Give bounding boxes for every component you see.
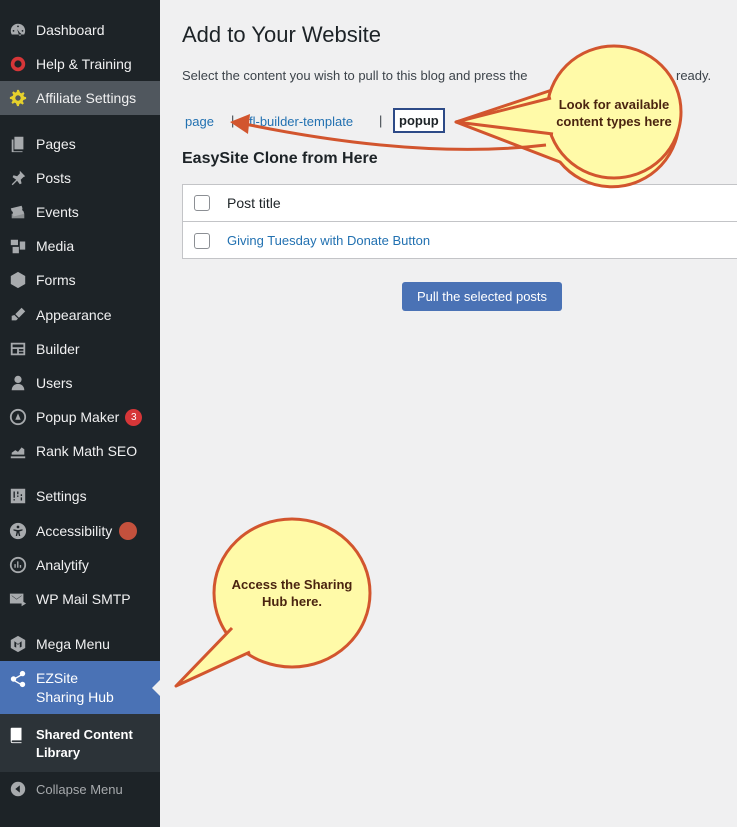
lifebuoy-icon <box>8 54 28 74</box>
submenu-shared-content-library[interactable]: Shared Content Library <box>0 714 160 772</box>
analytify-icon <box>8 555 28 575</box>
sidebar-item-label: Analytify <box>36 556 89 573</box>
post-title-link[interactable]: Giving Tuesday with Donate Button <box>227 233 430 248</box>
posts-table: Post title Giving Tuesday with Donate Bu… <box>182 184 737 259</box>
mail-icon <box>8 589 28 609</box>
select-all-checkbox[interactable] <box>194 195 210 211</box>
sidebar-item-settings[interactable]: Settings <box>0 479 160 513</box>
sidebar-item-label: Appearance <box>36 306 112 323</box>
type-separator: | <box>231 113 235 128</box>
top-callout-line1: Look for available <box>558 97 670 112</box>
sidebar-item-dashboard[interactable]: Dashboard <box>0 13 160 47</box>
sidebar-item-posts[interactable]: Posts <box>0 161 160 195</box>
sidebar-item-users[interactable]: Users <box>0 366 160 400</box>
type-link-fl-builder-template[interactable]: fl-builder-template <box>249 114 353 129</box>
sidebar-item-label: Settings <box>36 487 87 504</box>
popup-icon <box>8 407 28 427</box>
notification-badge: 3 <box>125 408 143 426</box>
sidebar-item-mega-menu[interactable]: Mega Menu <box>0 627 160 661</box>
sidebar-item-label: Mega Menu <box>36 635 110 652</box>
notification-dot <box>119 522 138 540</box>
settings-sliders-icon <box>8 486 28 506</box>
table-header-row: Post title <box>183 185 737 222</box>
sidebar-item-label: Popup Maker <box>36 408 120 425</box>
sidebar-item-label: Builder <box>36 340 80 357</box>
sidebar-item-media[interactable]: Media <box>0 229 160 263</box>
bottom-callout-line2: Hub here. <box>262 594 322 609</box>
chart-icon <box>8 441 28 461</box>
submenu-label-line2: Library <box>36 745 81 760</box>
section-title: EasySite Clone from Here <box>182 150 378 167</box>
sidebar-item-label: Pages <box>36 135 76 152</box>
forms-icon <box>8 270 28 290</box>
collapse-menu-button[interactable]: Collapse Menu <box>0 772 160 806</box>
page-description: Select the content you wish to pull to t… <box>182 68 528 83</box>
book-icon <box>8 726 26 747</box>
sidebar-item-events[interactable]: Events <box>0 195 160 229</box>
sidebar-item-label: Events <box>36 203 79 220</box>
sidebar-item-affiliate-settings[interactable]: Affiliate Settings <box>0 81 160 115</box>
megamenu-icon <box>8 634 28 654</box>
sidebar-item-pages[interactable]: Pages <box>0 127 160 161</box>
user-icon <box>8 373 28 393</box>
accessibility-icon <box>8 521 28 541</box>
type-link-page[interactable]: page <box>185 114 214 129</box>
sidebar-item-analytify[interactable]: Analytify <box>0 548 160 582</box>
builder-icon <box>8 339 28 359</box>
admin-sidebar: Dashboard Help & Training Affiliate Sett… <box>0 0 160 827</box>
sidebar-item-label-line2: Sharing Hub <box>36 688 114 705</box>
sidebar-item-label: Accessibility <box>36 522 113 539</box>
brush-icon <box>8 305 28 325</box>
sidebar-item-help-training[interactable]: Help & Training <box>0 47 160 81</box>
active-item-notch <box>152 680 160 696</box>
pin-icon <box>8 168 28 188</box>
top-callout-text: Look for available content types here <box>548 96 680 130</box>
sidebar-item-accessibility[interactable]: Accessibility <box>0 514 160 548</box>
sidebar-item-label: Dashboard <box>36 21 105 38</box>
media-icon <box>8 236 28 256</box>
sidebar-item-appearance[interactable]: Appearance <box>0 298 160 332</box>
sidebar-item-label: Media <box>36 237 75 254</box>
sidebar-item-ezsite-sharing-hub[interactable]: EZSite Sharing Hub <box>0 661 160 714</box>
sidebar-item-rank-math-seo[interactable]: Rank Math SEO <box>0 434 160 468</box>
sidebar-item-label: Users <box>36 374 73 391</box>
sidebar-item-label: Forms <box>36 271 76 288</box>
collapse-menu-label: Collapse Menu <box>36 781 123 797</box>
sidebar-item-builder[interactable]: Builder <box>0 332 160 366</box>
row-checkbox[interactable] <box>194 232 210 249</box>
collapse-arrow-icon <box>8 779 28 799</box>
sidebar-item-label: WP Mail SMTP <box>36 590 131 607</box>
bottom-callout-text: Access the Sharing Hub here. <box>218 576 366 610</box>
sidebar-item-label: Affiliate Settings <box>36 89 137 106</box>
gear-icon <box>8 88 28 108</box>
table-row: Giving Tuesday with Donate Button <box>183 222 737 259</box>
sidebar-item-label: Help & Training <box>36 55 132 72</box>
bottom-callout-line1: Access the Sharing <box>231 577 353 592</box>
share-icon <box>8 669 28 689</box>
page-title: Add to Your Website <box>182 22 381 47</box>
dashboard-icon <box>8 20 28 40</box>
column-header-post-title: Post title <box>227 195 281 211</box>
page-description-end: ready. <box>676 68 712 83</box>
pull-selected-posts-button[interactable]: Pull the selected posts <box>402 282 562 311</box>
sidebar-item-label: Posts <box>36 169 72 186</box>
sidebar-item-wp-mail-smtp[interactable]: WP Mail SMTP <box>0 582 160 616</box>
submenu-label-line1: Shared Content <box>36 727 133 742</box>
tickets-icon <box>8 202 28 222</box>
top-callout-line2: content types here <box>556 114 672 129</box>
type-current-popup[interactable]: popup <box>393 108 445 133</box>
sidebar-item-label-line1: EZSite <box>36 669 79 686</box>
sidebar-item-label: Rank Math SEO <box>36 442 138 459</box>
sidebar-item-forms[interactable]: Forms <box>0 263 160 297</box>
sidebar-item-popup-maker[interactable]: Popup Maker 3 <box>0 400 160 434</box>
type-separator: | <box>379 113 383 128</box>
pages-icon <box>8 134 28 154</box>
